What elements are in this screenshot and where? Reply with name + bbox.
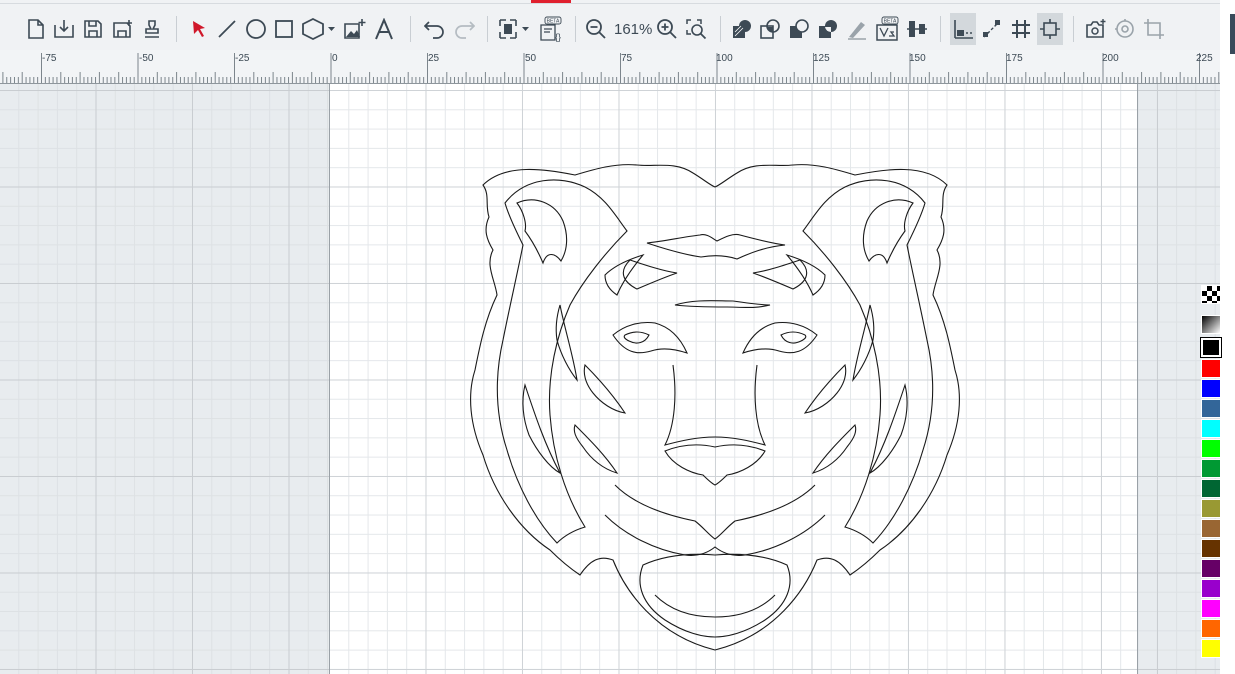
horizontal-ruler: -75 -50 -25 0 25 50 75 100 125 150 175 2… xyxy=(0,50,1220,84)
ruler-label: -25 xyxy=(235,53,250,64)
ruler-label: 50 xyxy=(525,53,537,64)
difference-icon[interactable] xyxy=(816,13,840,45)
color-swatch[interactable] xyxy=(1201,619,1221,638)
select-arrow-icon[interactable] xyxy=(188,13,210,45)
ruler-label: -75 xyxy=(42,53,57,64)
toolbar-top-border xyxy=(0,3,1235,4)
ruler-label: 100 xyxy=(716,53,733,64)
json-beta-icon[interactable]: BETA {} xyxy=(539,13,565,45)
toolbar-separator xyxy=(410,16,411,42)
center-page-icon[interactable] xyxy=(1037,13,1063,45)
pen-tool-icon[interactable] xyxy=(845,13,869,45)
rectangle-icon[interactable] xyxy=(273,13,295,45)
zoom-in-icon[interactable] xyxy=(655,13,679,45)
redo-icon[interactable] xyxy=(452,13,476,45)
toolbar-separator xyxy=(575,16,576,42)
toolbar-separator xyxy=(720,16,721,42)
line-icon[interactable] xyxy=(216,13,238,45)
toolbar-separator xyxy=(940,16,941,42)
intersect-icon[interactable] xyxy=(758,13,782,45)
color-swatch-pattern[interactable] xyxy=(1201,285,1221,304)
ruler-label: 0 xyxy=(332,53,338,64)
color-swatch[interactable] xyxy=(1201,359,1221,378)
color-swatch-gradient[interactable] xyxy=(1201,315,1221,334)
color-swatch[interactable] xyxy=(1201,479,1221,498)
color-swatch[interactable] xyxy=(1201,599,1221,618)
color-swatch[interactable] xyxy=(1201,539,1221,558)
right-panel-edge xyxy=(1220,0,1235,674)
color-swatch[interactable] xyxy=(1201,519,1221,538)
ruler-label: -50 xyxy=(139,53,154,64)
ruler-label: 225 xyxy=(1196,53,1213,64)
align-icon[interactable] xyxy=(905,13,929,45)
grid-icon[interactable] xyxy=(1009,13,1033,45)
color-swatch[interactable] xyxy=(1201,459,1221,478)
position-snap-icon[interactable] xyxy=(980,13,1004,45)
distribute-icon[interactable] xyxy=(498,13,534,45)
svg-text:BETA: BETA xyxy=(547,19,560,25)
toolbar-separator xyxy=(176,16,177,42)
ruler-label: 125 xyxy=(813,53,830,64)
flip-icon[interactable] xyxy=(950,13,976,45)
save-icon[interactable] xyxy=(82,13,104,45)
panel-toggle[interactable] xyxy=(1230,14,1235,54)
zoom-level: 161% xyxy=(614,21,653,38)
new-file-icon[interactable] xyxy=(25,13,47,45)
stamp-icon[interactable] xyxy=(141,13,163,45)
color-swatch[interactable] xyxy=(1201,579,1221,598)
ruler-label: 200 xyxy=(1102,53,1119,64)
import-icon[interactable] xyxy=(52,13,76,45)
color-swatch-selected[interactable] xyxy=(1200,337,1222,358)
svg-text:BETA: BETA xyxy=(884,19,897,25)
tiger-head-design[interactable] xyxy=(465,155,965,660)
vector-beta-icon[interactable]: BETA xyxy=(874,13,902,45)
ruler-ticks xyxy=(2,53,1220,83)
color-swatch[interactable] xyxy=(1201,439,1221,458)
color-swatch[interactable] xyxy=(1201,499,1221,518)
color-swatch[interactable] xyxy=(1201,419,1221,438)
color-swatch[interactable] xyxy=(1201,399,1221,418)
ruler-label: 150 xyxy=(909,53,926,64)
color-swatch[interactable] xyxy=(1201,639,1221,658)
ellipse-icon[interactable] xyxy=(244,13,268,45)
camera-icon[interactable] xyxy=(1084,13,1108,45)
toolbar-separator xyxy=(487,16,488,42)
crop-icon[interactable] xyxy=(1142,13,1166,45)
image-icon[interactable] xyxy=(342,13,368,45)
color-swatch[interactable] xyxy=(1201,379,1221,398)
subtract-icon[interactable] xyxy=(787,13,811,45)
active-indicator xyxy=(531,0,571,3)
main-toolbar: BETA {} 161% BETA xyxy=(0,0,1235,50)
zoom-fit-icon[interactable] xyxy=(684,13,708,45)
ruler-label: 25 xyxy=(428,53,440,64)
trace-icon[interactable] xyxy=(1113,13,1137,45)
union-icon[interactable] xyxy=(730,13,754,45)
toolbar-separator xyxy=(1073,16,1074,42)
ruler-label: 75 xyxy=(621,53,633,64)
undo-icon[interactable] xyxy=(423,13,447,45)
ruler-label: 175 xyxy=(1006,53,1023,64)
svg-text:{}: {} xyxy=(555,32,561,42)
zoom-out-icon[interactable] xyxy=(584,13,608,45)
polygon-icon[interactable] xyxy=(301,13,337,45)
save-as-icon[interactable] xyxy=(111,13,135,45)
text-icon[interactable] xyxy=(372,13,396,45)
tiger-head-vector[interactable] xyxy=(465,155,965,655)
color-swatch[interactable] xyxy=(1201,559,1221,578)
